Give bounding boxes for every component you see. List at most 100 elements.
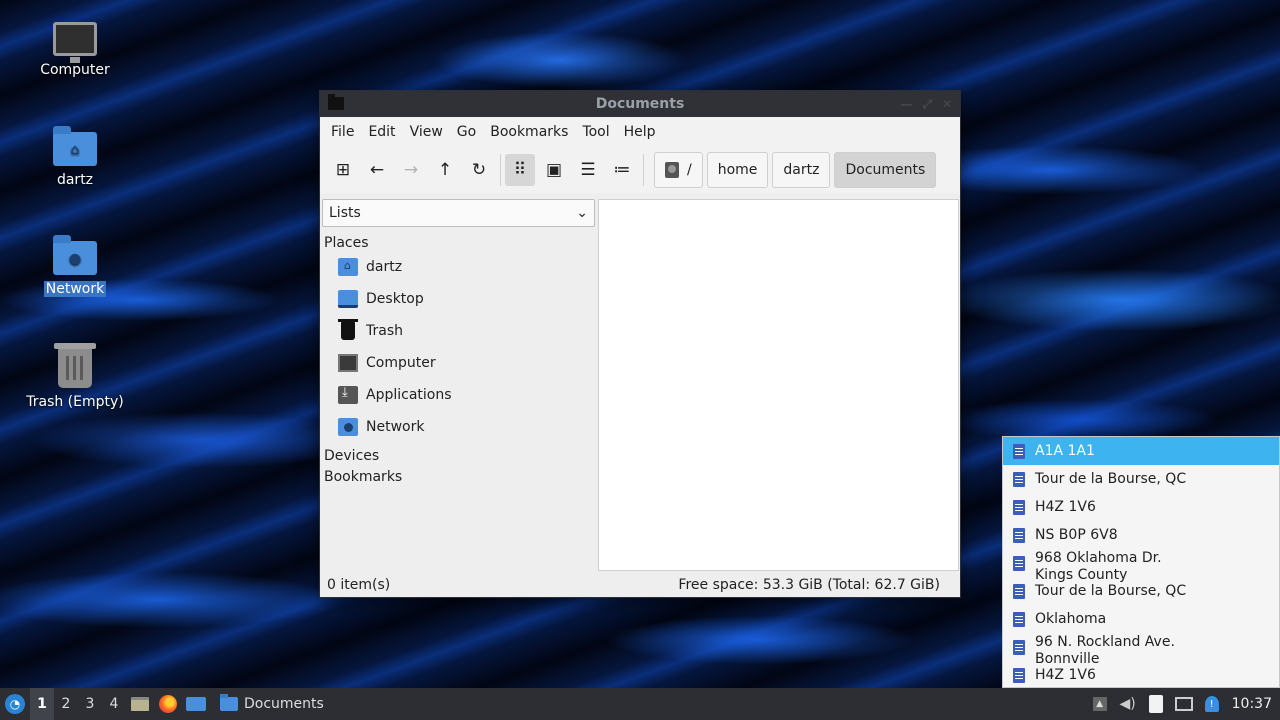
toolbar: ⊞ ← → ↑ ↻ ⠿ ▣ ☰ ≔ / home dartz Documents bbox=[320, 147, 960, 193]
sidebar-item-label: Computer bbox=[366, 355, 436, 371]
desktop-icon-label: Network bbox=[43, 281, 107, 297]
free-space: Free space: 53.3 GiB (Total: 62.7 GiB) bbox=[678, 577, 940, 593]
tray-network[interactable]: ! bbox=[1198, 688, 1226, 720]
launcher-file-manager[interactable] bbox=[126, 688, 154, 720]
list-item[interactable]: NS B0P 6V8 bbox=[1003, 521, 1279, 549]
clipboard-icon bbox=[1148, 695, 1163, 713]
list-item-label: H4Z 1V6 bbox=[1035, 667, 1096, 683]
file-manager-icon bbox=[131, 697, 149, 711]
breadcrumb-root[interactable]: / bbox=[654, 152, 703, 188]
document-list-popup: A1A 1A1 Tour de la Bourse, QC H4Z 1V6 NS… bbox=[1002, 436, 1280, 688]
computer-icon bbox=[338, 354, 358, 372]
menu-help[interactable]: Help bbox=[617, 124, 663, 140]
list-item[interactable]: 96 N. Rockland Ave. Bonnville bbox=[1003, 633, 1279, 667]
maximize-icon[interactable]: ⤢ bbox=[922, 91, 932, 117]
sidebar-item-desktop[interactable]: Desktop bbox=[322, 283, 595, 315]
launcher-firefox[interactable] bbox=[154, 688, 182, 720]
workspace-4-button[interactable]: 4 bbox=[102, 688, 126, 720]
document-icon bbox=[1013, 640, 1025, 655]
sidebar-item-dartz[interactable]: dartz bbox=[322, 251, 595, 283]
list-item[interactable]: Oklahoma bbox=[1003, 605, 1279, 633]
breadcrumb-documents[interactable]: Documents bbox=[834, 152, 937, 188]
minimize-icon[interactable]: — bbox=[900, 91, 912, 117]
reload-icon[interactable]: ↻ bbox=[464, 154, 494, 186]
new-tab-icon[interactable]: ⊞ bbox=[328, 154, 358, 186]
desktop-icon-computer[interactable]: Computer bbox=[20, 18, 130, 78]
menu-tool[interactable]: Tool bbox=[575, 124, 616, 140]
item-count: 0 item(s) bbox=[327, 577, 391, 593]
breadcrumb-dartz[interactable]: dartz bbox=[772, 152, 831, 188]
window-titlebar[interactable]: Documents — ⤢ ✕ bbox=[320, 91, 960, 117]
document-icon bbox=[1013, 443, 1025, 459]
sidebar-item-network[interactable]: Network bbox=[322, 411, 595, 443]
task-label: Documents bbox=[244, 696, 324, 712]
list-item[interactable]: 968 Oklahoma Dr. Kings County bbox=[1003, 549, 1279, 583]
menu-go[interactable]: Go bbox=[450, 124, 483, 140]
devices-heading[interactable]: Devices bbox=[322, 443, 595, 464]
workspace-1-button[interactable]: 1 bbox=[30, 688, 54, 720]
workspace-3-button[interactable]: 3 bbox=[78, 688, 102, 720]
network-status-icon: ! bbox=[1204, 696, 1219, 712]
up-arrow-icon[interactable]: ↑ bbox=[430, 154, 460, 186]
breadcrumb-home[interactable]: home bbox=[706, 152, 769, 188]
icon-view-icon[interactable]: ⠿ bbox=[505, 154, 535, 186]
applications-icon bbox=[338, 385, 358, 404]
thumbnail-view-icon[interactable]: ▣ bbox=[539, 154, 569, 186]
list-item-label: 968 Oklahoma Dr. Kings County bbox=[1035, 550, 1162, 584]
list-item-label: 96 N. Rockland Ave. Bonnville bbox=[1035, 634, 1175, 668]
list-item-label: Oklahoma bbox=[1035, 611, 1107, 627]
firefox-icon bbox=[159, 695, 177, 713]
disk-icon bbox=[665, 162, 679, 178]
sidebar-item-trash[interactable]: Trash bbox=[322, 315, 595, 347]
places-heading[interactable]: Places bbox=[322, 227, 595, 251]
menu-file[interactable]: File bbox=[324, 124, 361, 140]
document-icon bbox=[1013, 667, 1025, 683]
list-item[interactable]: H4Z 1V6 bbox=[1003, 493, 1279, 521]
folder-icon bbox=[328, 94, 344, 110]
list-item-line1: 968 Oklahoma Dr. bbox=[1035, 550, 1162, 566]
menu-view[interactable]: View bbox=[403, 124, 450, 140]
tray-volume[interactable]: ◀) bbox=[1114, 688, 1142, 720]
close-icon[interactable]: ✕ bbox=[942, 91, 952, 117]
launcher-show-desktop[interactable] bbox=[182, 688, 210, 720]
sidebar-item-computer[interactable]: Computer bbox=[322, 347, 595, 379]
forward-arrow-icon[interactable]: → bbox=[396, 154, 426, 186]
list-item[interactable]: Tour de la Bourse, QC bbox=[1003, 465, 1279, 493]
breadcrumb-root-label: / bbox=[687, 162, 692, 178]
sidebar-item-applications[interactable]: Applications bbox=[322, 379, 595, 411]
list-item-line1: 96 N. Rockland Ave. bbox=[1035, 634, 1175, 650]
side-pane-mode-select[interactable]: Lists ⌄ bbox=[322, 199, 595, 227]
trash-icon bbox=[338, 319, 358, 340]
list-item-label: Tour de la Bourse, QC bbox=[1035, 583, 1187, 599]
desktop-icon-network[interactable]: ● Network bbox=[20, 235, 130, 297]
volume-icon: ◀) bbox=[1119, 696, 1136, 712]
computer-icon bbox=[53, 22, 97, 63]
tray-clipboard[interactable] bbox=[1142, 688, 1170, 720]
menu-bookmarks[interactable]: Bookmarks bbox=[483, 124, 575, 140]
side-pane: Lists ⌄ Places dartz Desktop Trash Compu… bbox=[320, 195, 597, 569]
home-folder-icon bbox=[338, 258, 358, 276]
trash-icon bbox=[54, 343, 96, 388]
sidebar-item-label: dartz bbox=[366, 259, 403, 275]
folder-view[interactable] bbox=[598, 199, 959, 571]
back-arrow-icon[interactable]: ← bbox=[362, 154, 392, 186]
workspace-2-button[interactable]: 2 bbox=[54, 688, 78, 720]
network-folder-icon: ● bbox=[53, 235, 97, 275]
task-documents[interactable]: Documents bbox=[216, 688, 332, 720]
bookmarks-heading[interactable]: Bookmarks bbox=[322, 464, 595, 485]
tray-screen[interactable] bbox=[1170, 688, 1198, 720]
list-item-label: NS B0P 6V8 bbox=[1035, 527, 1118, 543]
compact-view-icon[interactable]: ☰ bbox=[573, 154, 603, 186]
menu-edit[interactable]: Edit bbox=[361, 124, 402, 140]
desktop-icon-trash[interactable]: Trash (Empty) bbox=[20, 343, 130, 410]
update-arrow-icon: ▲ bbox=[1092, 697, 1107, 711]
clock[interactable]: 10:37 bbox=[1226, 696, 1280, 712]
tray-updates[interactable]: ▲ bbox=[1086, 688, 1114, 720]
detailed-list-view-icon[interactable]: ≔ bbox=[607, 154, 637, 186]
desktop-icon-dartz[interactable]: ⌂ dartz bbox=[20, 126, 130, 188]
list-item[interactable]: A1A 1A1 bbox=[1003, 437, 1279, 465]
start-menu-button[interactable]: ◔ bbox=[0, 688, 30, 720]
breadcrumb: / home dartz Documents bbox=[654, 152, 937, 188]
sidebar-item-label: Trash bbox=[366, 323, 403, 339]
document-icon bbox=[1013, 527, 1025, 543]
